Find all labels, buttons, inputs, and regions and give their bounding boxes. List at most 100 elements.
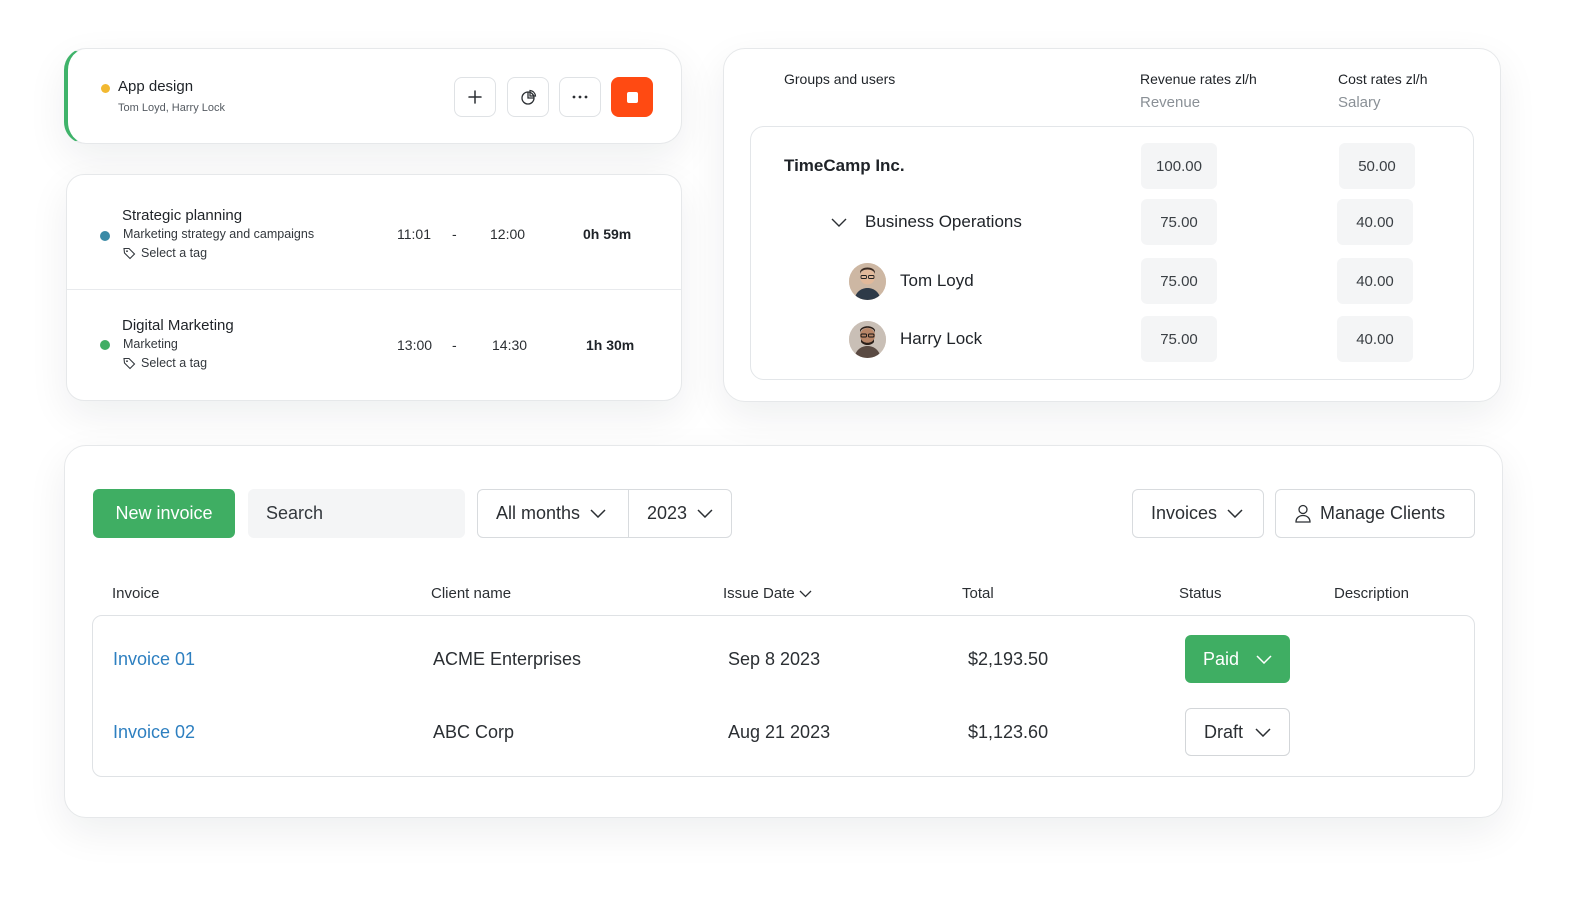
- table-row: Invoice 02 ABC Corp Aug 21 2023 $1,123.6…: [93, 708, 1474, 756]
- sort-chevron-icon: [799, 590, 812, 597]
- company-name: TimeCamp Inc.: [784, 156, 905, 175]
- tag-icon: [123, 247, 136, 259]
- entry-duration[interactable]: 0h 59m: [583, 226, 631, 242]
- chevron-down-icon: [1227, 509, 1243, 518]
- more-icon: [572, 95, 588, 99]
- new-invoice-button[interactable]: New invoice: [93, 489, 235, 538]
- tag-icon: [123, 357, 136, 369]
- column-header-issue-date[interactable]: Issue Date: [723, 585, 812, 602]
- entry-duration[interactable]: 1h 30m: [586, 337, 634, 353]
- select-tag-button[interactable]: Select a tag: [123, 356, 207, 370]
- entry-title: Strategic planning: [122, 207, 243, 224]
- invoices-table: Invoice 01 ACME Enterprises Sep 8 2023 $…: [92, 615, 1475, 777]
- column-header-status: Status: [1179, 585, 1222, 602]
- rate-row-user: Tom Loyd 75.00 40.00: [751, 258, 1473, 304]
- project-color-dot: [101, 84, 110, 93]
- cost-rate-input[interactable]: 40.00: [1337, 316, 1413, 362]
- chevron-down-icon: [1255, 727, 1271, 737]
- avatar: [849, 321, 886, 358]
- stop-timer-button[interactable]: [611, 77, 653, 117]
- rate-row-user: Harry Lock 75.00 40.00: [751, 316, 1473, 362]
- status-value: Draft: [1204, 721, 1244, 742]
- revenue-rate-input[interactable]: 75.00: [1141, 258, 1217, 304]
- tag-label: Select a tag: [141, 246, 208, 260]
- chevron-down-icon: [831, 218, 847, 227]
- time-separator: -: [452, 337, 457, 353]
- invoices-card: New invoice Search All months 2023 Invoi…: [64, 445, 1503, 818]
- cost-rate-input[interactable]: 50.00: [1339, 143, 1415, 189]
- time-entry[interactable]: Digital Marketing Marketing Select a tag…: [67, 289, 681, 402]
- status-value: Paid: [1203, 648, 1240, 669]
- stop-icon: [626, 91, 638, 103]
- invoice-link[interactable]: Invoice 01: [113, 635, 195, 683]
- entry-end-time[interactable]: 12:00: [490, 226, 525, 242]
- entry-start-time[interactable]: 11:01: [397, 226, 431, 242]
- entry-color-dot: [100, 340, 110, 350]
- entry-color-dot: [100, 231, 110, 241]
- invoice-total: $1,123.60: [968, 721, 1049, 742]
- client-name: ACME Enterprises: [433, 648, 582, 669]
- time-entries-card: Strategic planning Marketing strategy an…: [66, 174, 682, 401]
- more-options-button[interactable]: [559, 77, 601, 117]
- client-name: ABC Corp: [433, 721, 515, 742]
- cost-subheader: Salary: [1338, 94, 1381, 111]
- column-header-client: Client name: [431, 585, 512, 602]
- rate-row-company: TimeCamp Inc. 100.00 50.00: [751, 143, 1473, 189]
- rates-card: Groups and users Revenue rates zl/h Reve…: [723, 48, 1501, 402]
- column-header-description: Description: [1334, 585, 1410, 602]
- cost-rate-input[interactable]: 40.00: [1337, 199, 1413, 245]
- invoice-link[interactable]: Invoice 02: [113, 708, 195, 756]
- revenue-subheader: Revenue: [1140, 94, 1201, 111]
- months-filter-dropdown[interactable]: All months: [477, 489, 629, 538]
- revenue-rates-header: Revenue rates zl/h: [1140, 71, 1257, 87]
- timer-card: App design Tom Loyd, Harry Lock: [64, 48, 682, 144]
- status-dropdown[interactable]: Draft: [1185, 708, 1290, 756]
- invoice-type-value: Invoices: [1151, 503, 1218, 523]
- user-icon: [1295, 504, 1311, 523]
- status-dropdown[interactable]: Paid: [1185, 635, 1290, 683]
- avatar: [849, 263, 886, 300]
- revenue-rate-input[interactable]: 100.00: [1141, 143, 1217, 189]
- invoice-type-dropdown[interactable]: Invoices: [1132, 489, 1264, 538]
- select-tag-button[interactable]: Select a tag: [123, 246, 207, 260]
- add-button[interactable]: [454, 77, 496, 117]
- cost-rates-header: Cost rates zl/h: [1338, 71, 1428, 87]
- entry-title: Digital Marketing: [122, 317, 234, 334]
- rates-table: TimeCamp Inc. 100.00 50.00 Business Oper…: [750, 126, 1474, 380]
- time-entry[interactable]: Strategic planning Marketing strategy an…: [67, 175, 681, 288]
- issue-date: Aug 21 2023: [728, 721, 831, 742]
- chart-pie-icon: [520, 89, 536, 105]
- collapse-group-button[interactable]: [831, 199, 847, 245]
- rate-row-group: Business Operations 75.00 40.00: [751, 199, 1473, 245]
- chevron-down-icon: [590, 509, 606, 518]
- manage-clients-label: Manage Clients: [1320, 503, 1446, 523]
- months-filter-value: All months: [496, 503, 581, 523]
- groups-users-header: Groups and users: [784, 71, 896, 87]
- entry-description: Marketing: [123, 337, 178, 351]
- manage-clients-button[interactable]: Manage Clients: [1275, 489, 1475, 538]
- entry-description: Marketing strategy and campaigns: [123, 227, 315, 241]
- chevron-down-icon: [1256, 654, 1272, 664]
- table-row: Invoice 01 ACME Enterprises Sep 8 2023 $…: [93, 635, 1474, 683]
- column-header-total: Total: [962, 585, 994, 602]
- entry-end-time[interactable]: 14:30: [492, 337, 527, 353]
- plus-icon: [468, 90, 482, 104]
- timer-project-users: Tom Loyd, Harry Lock: [118, 102, 225, 114]
- entry-start-time[interactable]: 13:00: [397, 337, 432, 353]
- revenue-rate-input[interactable]: 75.00: [1141, 199, 1217, 245]
- cost-rate-input[interactable]: 40.00: [1337, 258, 1413, 304]
- report-button[interactable]: [507, 77, 549, 117]
- column-header-invoice: Invoice: [112, 585, 160, 602]
- group-name: Business Operations: [865, 212, 1022, 231]
- chevron-down-icon: [697, 509, 713, 518]
- issue-date: Sep 8 2023: [728, 648, 821, 669]
- invoice-total: $2,193.50: [968, 648, 1049, 669]
- year-filter-dropdown[interactable]: 2023: [628, 489, 732, 538]
- issue-date-label: Issue Date: [723, 585, 795, 602]
- year-filter-value: 2023: [647, 503, 688, 523]
- tag-label: Select a tag: [141, 356, 208, 370]
- timer-project-title: App design: [118, 78, 194, 95]
- search-input[interactable]: Search: [248, 489, 465, 538]
- revenue-rate-input[interactable]: 75.00: [1141, 316, 1217, 362]
- user-name: Tom Loyd: [900, 271, 974, 290]
